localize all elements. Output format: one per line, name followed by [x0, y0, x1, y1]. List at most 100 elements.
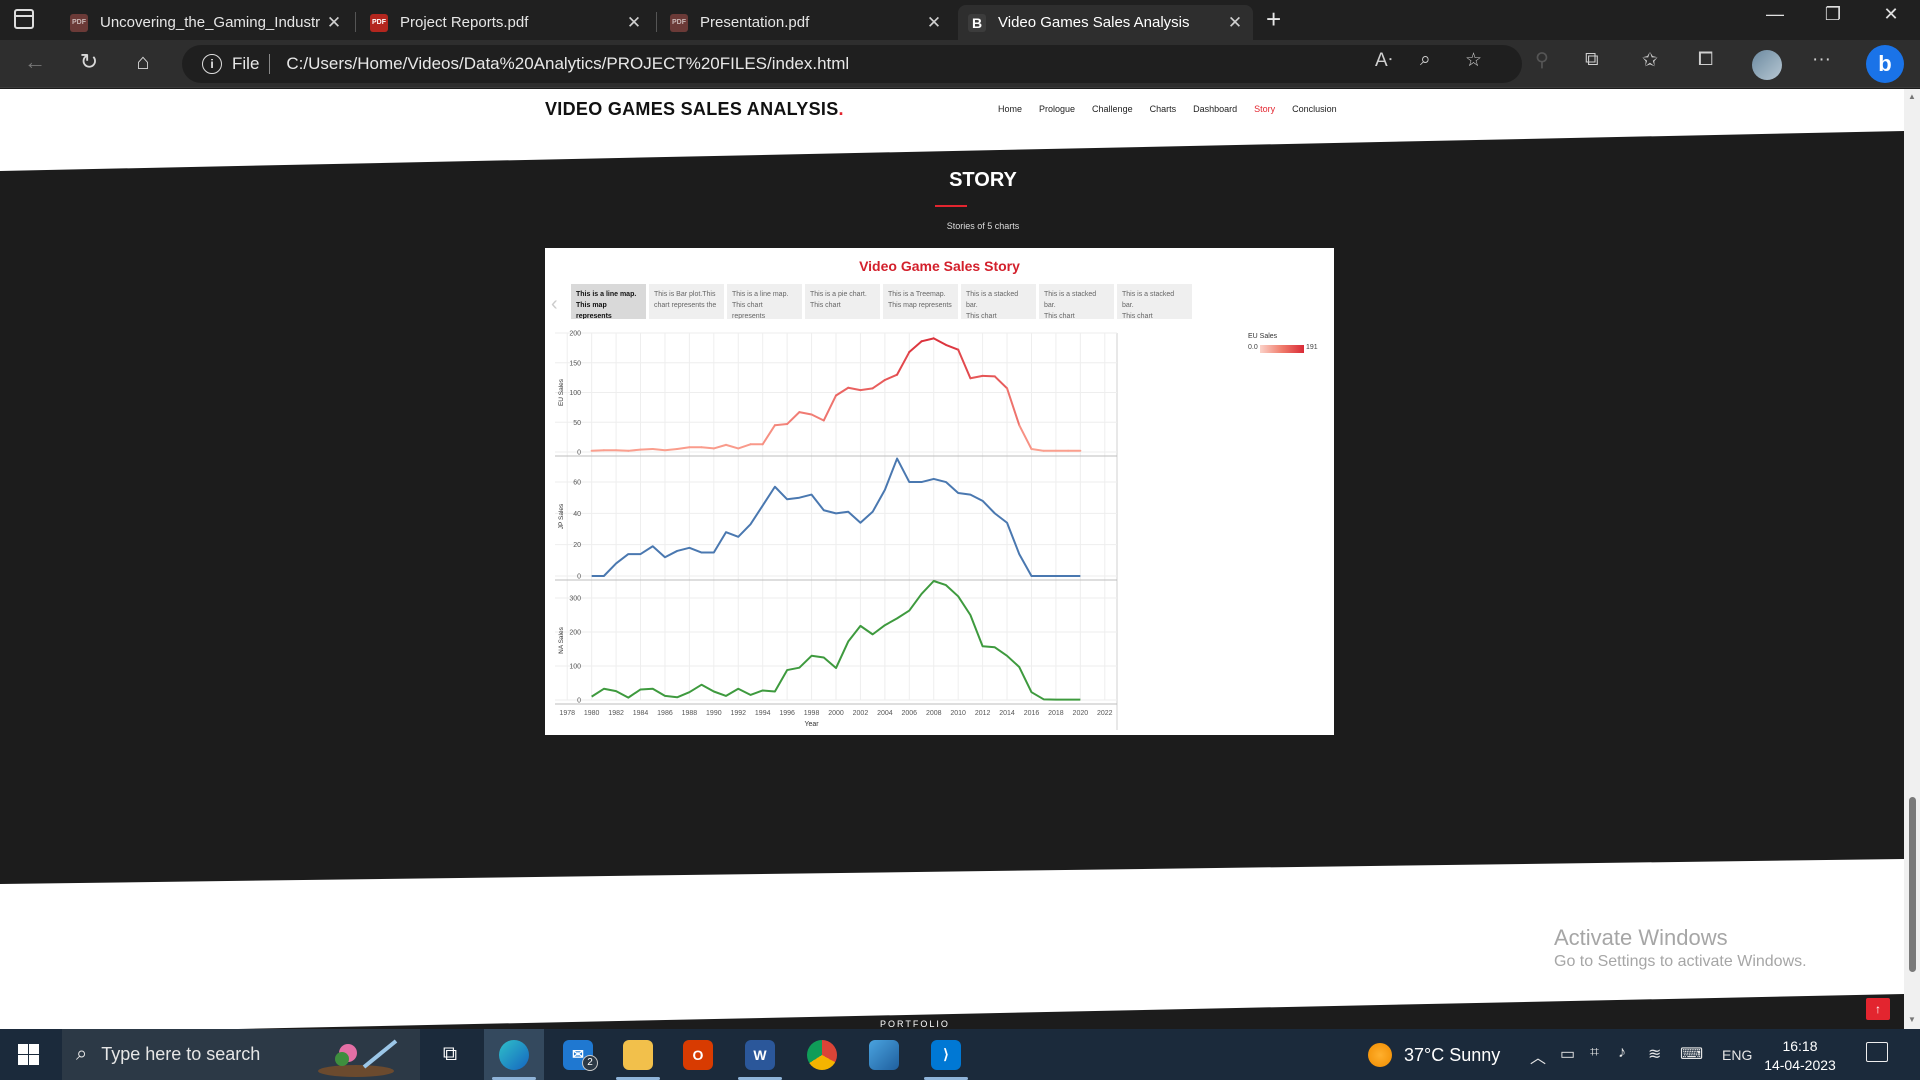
meet-now-icon[interactable]: ⌗	[1590, 1044, 1599, 1062]
photos-app[interactable]	[854, 1029, 914, 1080]
close-icon[interactable]: ✕	[326, 13, 342, 33]
eu-sales-line-segment	[822, 394, 837, 422]
battery-icon[interactable]: ▭	[1560, 1044, 1575, 1064]
scroll-down-icon[interactable]: ▼	[1908, 1015, 1916, 1024]
windows-start-icon[interactable]	[18, 1044, 39, 1065]
story-point-5[interactable]: This is a Treemap. This map represents	[883, 284, 958, 319]
legend-title: EU Sales	[1248, 333, 1278, 340]
tab-uncovering[interactable]: PDF Uncovering_the_Gaming_Industry ✕	[60, 5, 352, 40]
story-point-7[interactable]: This is a stacked bar. This chart	[1039, 284, 1114, 319]
nav-home[interactable]: Home	[998, 104, 1022, 114]
eu-sales-line-segment	[920, 337, 935, 343]
zoom-icon[interactable]: ⌕	[1420, 49, 1431, 71]
more-icon[interactable]: ···	[1812, 49, 1831, 71]
eu-sales-line-segment	[847, 386, 862, 392]
story-point-3[interactable]: This is a line map. This chart represents	[727, 284, 802, 319]
point-line: This is a line map.	[732, 291, 789, 298]
window-close-icon[interactable]: ✕	[1866, 4, 1916, 25]
restore-icon[interactable]: ❐	[1808, 4, 1858, 25]
tab-actions-icon[interactable]	[14, 9, 34, 29]
tab-title: Uncovering_the_Gaming_Industry	[100, 14, 320, 31]
close-icon[interactable]: ✕	[1227, 13, 1243, 33]
collections-icon[interactable]: ⧠	[1698, 49, 1713, 71]
volume-icon[interactable]: ♪	[1618, 1044, 1626, 1062]
tray-chevron-icon[interactable]: ︿	[1530, 1044, 1546, 1068]
office-app[interactable]: O	[668, 1029, 728, 1080]
point-line: This is a stacked bar.	[1122, 291, 1175, 309]
x-tick-label: 2022	[1097, 710, 1113, 717]
x-tick-label: 1986	[657, 710, 673, 717]
sun-icon	[1368, 1043, 1392, 1067]
url-text[interactable]: C:/Users/Home/Videos/Data%20Analytics/PR…	[286, 54, 849, 74]
eu-sales-line-segment	[761, 424, 776, 446]
pdf-icon: PDF	[670, 13, 688, 32]
nav-charts[interactable]: Charts	[1150, 104, 1177, 114]
y-tick-label: 300	[569, 596, 581, 603]
word-app[interactable]: W	[730, 1029, 790, 1080]
favorites-icon[interactable]: ✩	[1642, 49, 1658, 72]
keyboard-icon[interactable]: ⌨	[1680, 1044, 1703, 1064]
back-to-top-button[interactable]: ↑	[1866, 998, 1890, 1020]
story-point-6[interactable]: This is a stacked bar. This chart	[961, 284, 1036, 319]
wifi-icon[interactable]: ≋	[1648, 1044, 1661, 1064]
story-point-8[interactable]: This is a stacked bar. This chart represe…	[1117, 284, 1192, 319]
task-view-icon[interactable]: ⧉	[420, 1029, 480, 1080]
tab-video-games[interactable]: B Video Games Sales Analysis ✕	[958, 5, 1253, 40]
add-favorite-icon[interactable]: ☆	[1465, 49, 1482, 72]
story-point-1[interactable]: This is a line map. This map represents	[571, 284, 646, 319]
vscode-app[interactable]: ⟩	[916, 1029, 976, 1080]
profile-avatar[interactable]	[1752, 50, 1782, 80]
eu-sales-line-segment	[773, 423, 789, 427]
mail-app[interactable]: ✉ 2	[548, 1029, 608, 1080]
x-tick-label: 1994	[755, 710, 771, 717]
weather-widget[interactable]: 37°C Sunny	[1368, 1043, 1500, 1067]
home-icon[interactable]: ⌂	[128, 49, 158, 75]
x-axis-label: Year	[804, 721, 819, 728]
story-point-2[interactable]: This is Bar plot.This chart represents th…	[649, 284, 724, 319]
scroll-up-icon[interactable]: ▲	[1908, 92, 1916, 101]
story-point-4[interactable]: This is a pie chart. This chart	[805, 284, 880, 319]
tab-bar: PDF Uncovering_the_Gaming_Industry ✕ PDF…	[0, 0, 1920, 40]
y-tick-label: 150	[569, 360, 581, 367]
close-icon[interactable]: ✕	[626, 13, 642, 33]
windows-taskbar: ⌕ Type here to search ⧉ ✉ 2 O W ⟩ 37°C S…	[0, 1029, 1920, 1080]
back-icon[interactable]: ←	[20, 49, 50, 75]
eu-sales-line-segment	[932, 337, 947, 346]
nav-prologue[interactable]: Prologue	[1039, 104, 1075, 114]
site-brand[interactable]: VIDEO GAMES SALES ANALYSIS.	[545, 99, 844, 120]
page-scrollbar[interactable]: ▲ ▼	[1904, 89, 1920, 1029]
minimize-icon[interactable]: —	[1750, 4, 1800, 25]
read-aloud-icon[interactable]: Aᐧ	[1375, 49, 1393, 72]
prev-arrow-icon[interactable]: ‹	[551, 293, 558, 316]
nav-story[interactable]: Story	[1254, 104, 1275, 114]
edge-app[interactable]	[484, 1029, 544, 1080]
x-tick-label: 1988	[682, 710, 698, 717]
nav-conclusion[interactable]: Conclusion	[1292, 104, 1337, 114]
new-tab-button[interactable]: +	[1266, 4, 1281, 35]
y-tick-label: 0	[577, 450, 581, 457]
point-line: This is a pie chart.	[810, 291, 867, 298]
tab-presentation[interactable]: PDF Presentation.pdf ✕	[660, 5, 952, 40]
bing-icon[interactable]: b	[1866, 45, 1904, 83]
nav-dashboard[interactable]: Dashboard	[1193, 104, 1237, 114]
eu-sales-line-segment	[896, 351, 911, 376]
file-explorer-app[interactable]	[608, 1029, 668, 1080]
notifications-icon[interactable]	[1866, 1042, 1888, 1062]
chrome-app[interactable]	[792, 1029, 852, 1080]
y-tick-label: 200	[569, 630, 581, 637]
y-axis-label: JP Sales	[558, 503, 565, 529]
system-clock[interactable]: 16:18 14-04-2023	[1760, 1037, 1840, 1075]
tab-project-reports[interactable]: PDF Project Reports.pdf ✕	[360, 5, 652, 40]
close-icon[interactable]: ✕	[926, 13, 942, 33]
eu-sales-line-segment	[908, 340, 923, 354]
y-tick-label: 100	[569, 664, 581, 671]
address-bar[interactable]: i File C:/Users/Home/Videos/Data%20Analy…	[182, 45, 1522, 83]
refresh-icon[interactable]: ↻	[74, 49, 104, 75]
nav-challenge[interactable]: Challenge	[1092, 104, 1133, 114]
eu-sales-line-segment	[871, 379, 886, 390]
extensions-icon[interactable]: ⧉	[1585, 49, 1599, 71]
info-icon[interactable]: i	[202, 54, 222, 74]
scroll-thumb[interactable]	[1909, 797, 1916, 972]
point-line: chart represents the	[654, 302, 717, 309]
language-indicator[interactable]: ENG	[1722, 1047, 1752, 1063]
